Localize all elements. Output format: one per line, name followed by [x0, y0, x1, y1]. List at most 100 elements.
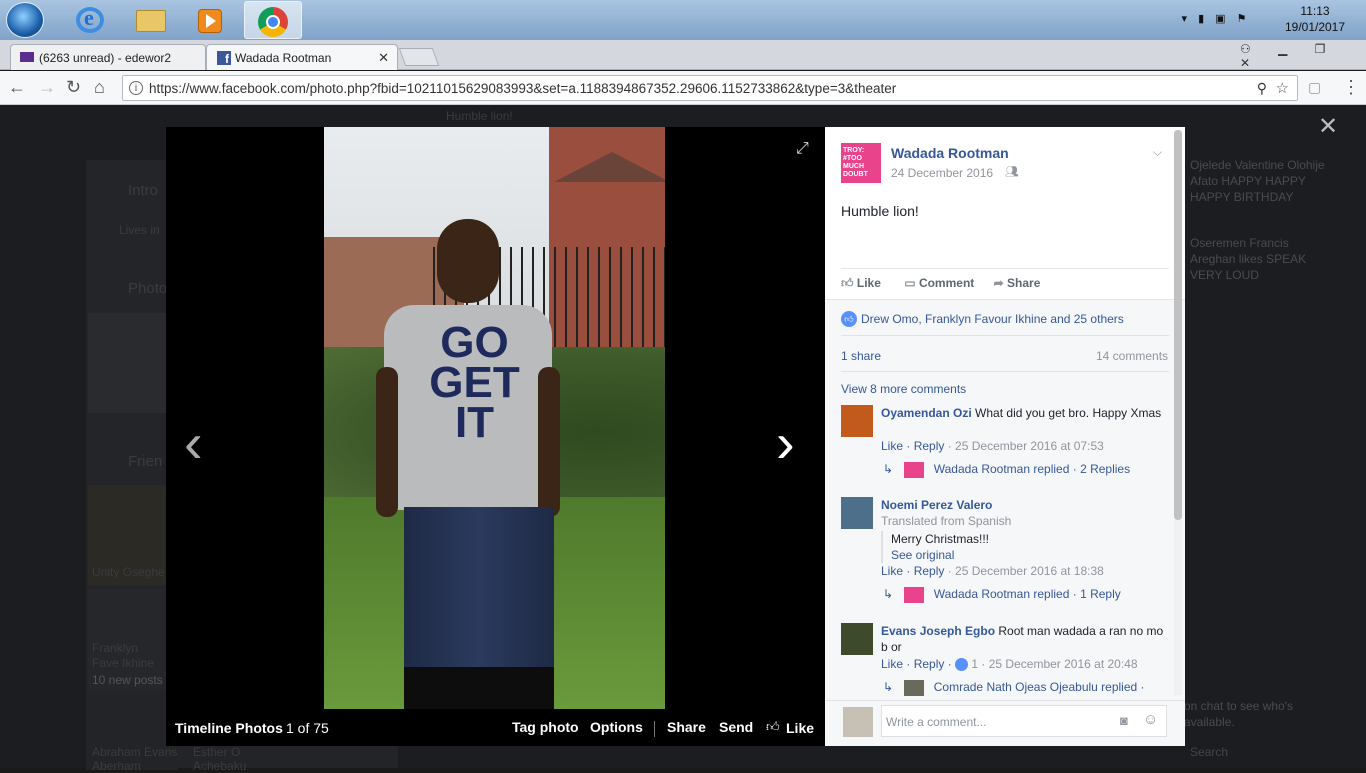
- post-like-button[interactable]: Like: [857, 276, 881, 290]
- commenter-name[interactable]: Evans Joseph Egbo: [881, 624, 995, 638]
- bookmark-star-icon[interactable]: ☆: [1276, 79, 1289, 97]
- browser-tab-strip: (6263 unread) - edewor2 f Wadada Rootman…: [0, 40, 1366, 70]
- person-left-arm: [376, 367, 398, 517]
- info-icon[interactable]: i: [129, 81, 143, 95]
- post-share-button[interactable]: Share: [1007, 276, 1040, 290]
- photo-image[interactable]: GO GET IT: [324, 127, 665, 709]
- shares-count[interactable]: 1 share: [841, 349, 881, 363]
- extension-icon[interactable]: ▢: [1308, 79, 1321, 96]
- menu-icon[interactable]: ⋮: [1342, 77, 1360, 98]
- ticker-entry: Oseremen Francis Areghan likes SPEAK VER…: [1190, 235, 1330, 283]
- divider: [841, 335, 1169, 336]
- windows-taskbar: e ▾ ▮ ▣ ⚑ 11:13 19/01/2017: [0, 0, 1366, 40]
- mail-icon: [20, 52, 34, 62]
- comments-count[interactable]: 14 comments: [1096, 349, 1168, 363]
- post-actions: 👍︎ Like ▭ Comment ➦ Share: [841, 276, 1171, 291]
- likers-text[interactable]: Drew Omo, Franklyn Favour Ikhine and 25 …: [861, 312, 1124, 326]
- commenter-avatar[interactable]: [841, 497, 873, 529]
- like-icon: 👍︎: [841, 276, 854, 290]
- scrollbar-thumb[interactable]: [1174, 130, 1182, 520]
- clock-time[interactable]: 11:13: [1270, 4, 1360, 18]
- author-name[interactable]: Wadada Rootman: [891, 145, 1009, 161]
- start-button[interactable]: [6, 2, 44, 38]
- ticker-name: Ojelede Valentine: [1190, 158, 1284, 172]
- comment-like-count[interactable]: 1: [971, 657, 978, 671]
- forward-arrow-icon[interactable]: →: [38, 77, 56, 98]
- comment-timestamp[interactable]: · 25 December 2016 at 20:48: [981, 657, 1137, 671]
- post-options-chevron-icon[interactable]: ⌵: [1153, 145, 1162, 160]
- comment-actions: Like · Reply · 1 · 25 December 2016 at 2…: [881, 657, 1138, 672]
- commenter-name[interactable]: Oyamendan Ozi: [881, 406, 972, 420]
- comment-reply-link[interactable]: Reply: [914, 439, 945, 453]
- facebook-icon: f: [217, 51, 231, 66]
- replier-avatar: [904, 680, 925, 696]
- commenter-avatar[interactable]: [841, 623, 873, 655]
- home-icon[interactable]: ⌂: [94, 77, 105, 98]
- close-lightbox-icon[interactable]: ✕: [1318, 112, 1338, 141]
- close-tab-icon[interactable]: ✕: [378, 50, 389, 66]
- new-tab-button[interactable]: [398, 48, 440, 66]
- file-explorer-icon[interactable]: [122, 1, 178, 39]
- share-button[interactable]: Share: [667, 719, 706, 735]
- system-tray-icons[interactable]: ▾ ▮ ▣ ⚑: [1176, 12, 1256, 25]
- post-comment-button[interactable]: Comment: [919, 276, 974, 290]
- replies-row[interactable]: ↳ Comrade Nath Ojeas Ojeabulu replied ·: [883, 680, 1145, 696]
- post-text-behind: Humble lion!: [446, 109, 513, 123]
- comment-reply-link[interactable]: Reply: [914, 564, 945, 578]
- comment-actions: Like · Reply · 25 December 2016 at 18:38: [881, 564, 1104, 578]
- previous-photo-icon[interactable]: ‹: [184, 410, 203, 475]
- comment-like-link[interactable]: Like: [881, 439, 903, 453]
- audience-friends-icon[interactable]: 👥︎: [1005, 165, 1019, 178]
- options-button[interactable]: Options: [590, 719, 643, 735]
- window-controls[interactable]: ⚇ ▁ ❐ ✕: [1240, 42, 1362, 70]
- tab-facebook[interactable]: f Wadada Rootman ✕: [206, 44, 398, 70]
- album-name[interactable]: Timeline Photos: [175, 720, 283, 736]
- next-photo-icon[interactable]: ›: [776, 410, 795, 475]
- current-user-avatar[interactable]: [843, 707, 873, 737]
- send-button[interactable]: Send: [719, 719, 753, 735]
- media-player-icon[interactable]: [182, 1, 238, 39]
- back-arrow-icon[interactable]: ←: [8, 77, 26, 98]
- chat-search[interactable]: Search: [1190, 745, 1228, 759]
- url-text: https://www.facebook.com/photo.php?fbid=…: [149, 81, 897, 96]
- reload-icon[interactable]: ↻: [66, 77, 81, 98]
- comment-like-link[interactable]: Like: [881, 657, 903, 671]
- chrome-icon[interactable]: [244, 1, 302, 39]
- comment-text: What did you get bro. Happy Xmas: [975, 406, 1162, 420]
- tab-mail-label: (6263 unread) - edewor2: [39, 51, 172, 65]
- author-avatar[interactable]: TROY: #TOO MUCH DOUBT: [841, 143, 881, 183]
- avatar-text: TROY: #TOO MUCH DOUBT: [843, 147, 868, 178]
- see-original-link[interactable]: See original: [891, 547, 1169, 563]
- expand-icon[interactable]: ⤢: [796, 140, 809, 158]
- camera-icon[interactable]: ◙: [1120, 713, 1128, 728]
- clock-date[interactable]: 19/01/2017: [1270, 20, 1360, 34]
- side-panel-scrollbar[interactable]: [1174, 130, 1182, 695]
- comment-icon: ▭: [904, 276, 916, 290]
- view-more-comments-link[interactable]: View 8 more comments: [841, 382, 966, 396]
- tab-mail[interactable]: (6263 unread) - edewor2: [10, 44, 206, 70]
- friend-name: Abraham Evans Aberham: [92, 745, 178, 773]
- comment-item: Noemi Perez Valero Translated from Spani…: [841, 497, 1161, 607]
- emoji-icon[interactable]: ☺: [1143, 711, 1158, 728]
- comment-timestamp[interactable]: · 25 December 2016 at 18:38: [948, 564, 1104, 578]
- internet-explorer-icon[interactable]: e: [62, 1, 118, 39]
- replies-row[interactable]: ↳ Wadada Rootman replied · 1 Reply: [883, 587, 1121, 603]
- divider: [841, 371, 1169, 372]
- comment-like-link[interactable]: Like: [881, 564, 903, 578]
- friend-new-posts: 10 new posts: [92, 673, 163, 687]
- photo-thumbnail: [88, 313, 166, 413]
- replies-row[interactable]: ↳ Wadada Rootman replied · 2 Replies: [883, 462, 1130, 478]
- address-bar[interactable]: i https://www.facebook.com/photo.php?fbi…: [122, 75, 1298, 101]
- divider: [654, 721, 655, 737]
- tag-photo-button[interactable]: Tag photo: [512, 719, 579, 735]
- post-date[interactable]: 24 December 2016: [891, 166, 993, 180]
- tshirt-print: GO GET IT: [429, 318, 520, 447]
- commenter-name[interactable]: Noemi Perez Valero: [881, 497, 1169, 513]
- pin-icon[interactable]: ⚲: [1257, 80, 1267, 97]
- comment-timestamp[interactable]: · 25 December 2016 at 07:53: [948, 439, 1104, 453]
- replies-count: · 1 Reply: [1072, 587, 1121, 602]
- like-button[interactable]: Like: [786, 720, 814, 736]
- comment-reply-link[interactable]: Reply: [914, 657, 945, 671]
- commenter-avatar[interactable]: [841, 405, 873, 437]
- comment-text: Merry Christmas!!!: [891, 532, 990, 546]
